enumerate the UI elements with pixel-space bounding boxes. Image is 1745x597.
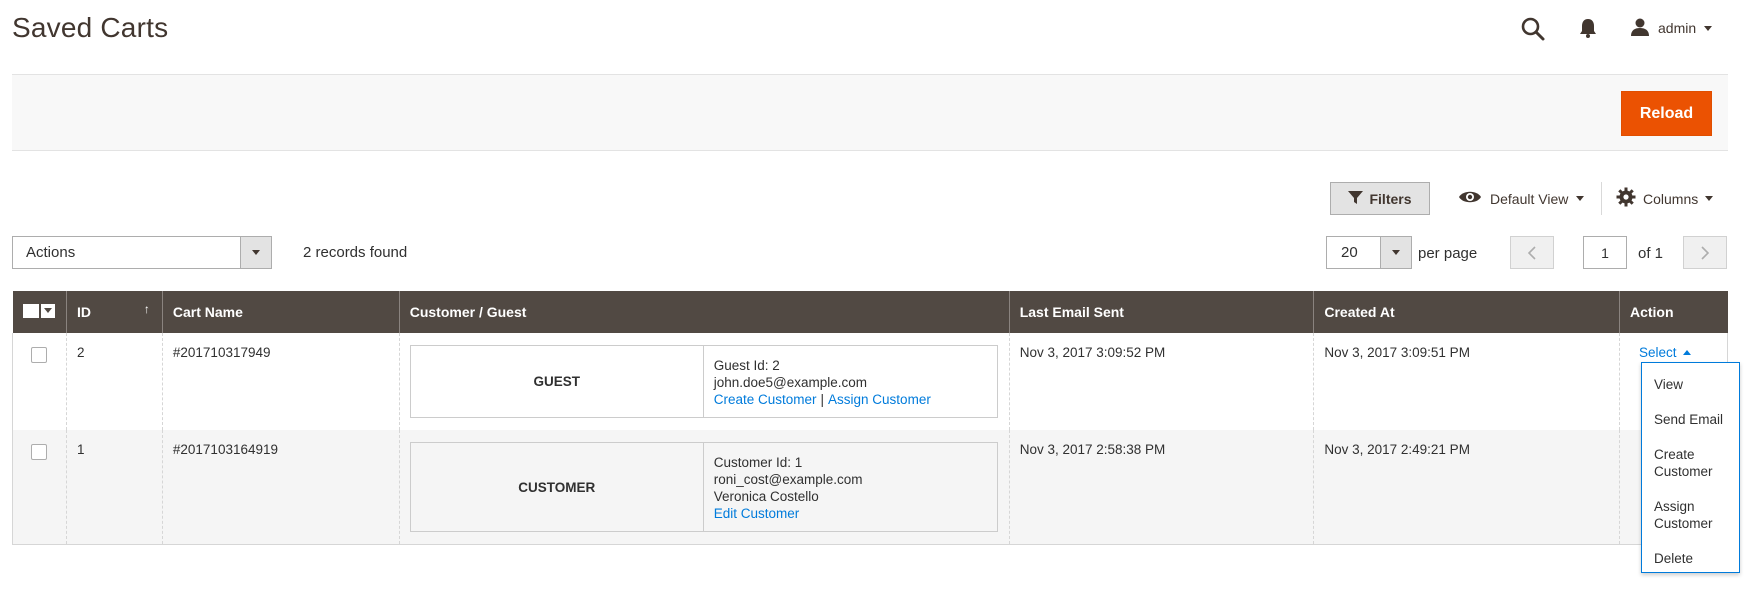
cell-last-email-sent: Nov 3, 2017 3:09:52 PM xyxy=(1008,333,1314,430)
action-select-toggle[interactable]: Select xyxy=(1639,345,1691,360)
per-page-value: 20 xyxy=(1341,244,1358,261)
column-header-created-at[interactable]: Created At xyxy=(1313,291,1620,333)
cell-last-email-sent: Nov 3, 2017 2:58:38 PM xyxy=(1008,430,1314,545)
action-dropdown-menu: View Send Email Create Customer Assign C… xyxy=(1641,362,1740,573)
action-menu-item-assign-customer[interactable]: Assign Customer xyxy=(1642,493,1739,537)
cell-customer-guest: CUSTOMER Customer Id: 1 roni_cost@exampl… xyxy=(398,430,1010,545)
chevron-down-icon xyxy=(1380,237,1411,268)
columns-control[interactable]: Columns xyxy=(1616,182,1714,215)
cell-created-at: Nov 3, 2017 3:09:51 PM xyxy=(1313,333,1620,430)
customer-id: Customer Id: 1 xyxy=(713,455,803,470)
chevron-down-icon xyxy=(1576,196,1585,201)
saved-carts-grid: ID ↑ Cart Name Customer / Guest Last Emai… xyxy=(12,291,1728,545)
column-header-id[interactable]: ID ↑ xyxy=(65,291,163,333)
view-label: Default View xyxy=(1490,190,1569,207)
page-total: of 1 xyxy=(1638,245,1664,262)
search-icon[interactable] xyxy=(1520,16,1546,42)
cell-customer-guest: GUEST Guest Id: 2 john.doe5@example.com … xyxy=(398,333,1010,430)
previous-page-button[interactable] xyxy=(1510,236,1554,269)
customer-type-label: CUSTOMER xyxy=(411,443,704,531)
action-menu-item-delete[interactable]: Delete xyxy=(1642,545,1739,572)
action-select-label: Select xyxy=(1638,345,1677,360)
guest-id: Guest Id: 2 xyxy=(713,358,780,373)
chevron-down-icon xyxy=(1705,196,1714,201)
link-separator: | xyxy=(820,392,825,407)
page-actions-bar xyxy=(12,74,1728,151)
customer-details: Customer Id: 1 roni_cost@example.com Ver… xyxy=(704,443,873,531)
cell-cart-name: #201710317949 xyxy=(161,333,400,430)
page-number-input[interactable]: 1 xyxy=(1583,236,1627,269)
row-checkbox[interactable] xyxy=(31,444,47,460)
customer-details: Guest Id: 2 john.doe5@example.com Create… xyxy=(704,346,941,417)
cell-created-at: Nov 3, 2017 2:49:21 PM xyxy=(1313,430,1620,545)
bell-icon[interactable] xyxy=(1577,17,1599,39)
mass-actions-label: Actions xyxy=(26,244,76,261)
customer-email: roni_cost@example.com xyxy=(713,472,863,487)
filters-label: Filters xyxy=(1369,190,1412,207)
filters-button[interactable]: Filters xyxy=(1330,182,1430,215)
per-page-select[interactable]: 20 xyxy=(1326,236,1412,269)
columns-label: Columns xyxy=(1643,190,1699,207)
per-page-label: per page xyxy=(1418,245,1478,262)
action-menu-item-send-email[interactable]: Send Email xyxy=(1642,406,1739,433)
customer-name: Veronica Costello xyxy=(713,489,819,504)
column-header-action: Action xyxy=(1618,291,1728,333)
chevron-right-icon xyxy=(1701,245,1710,260)
view-switcher[interactable]: Default View xyxy=(1458,182,1585,215)
column-header-last-email-sent[interactable]: Last Email Sent xyxy=(1008,291,1314,333)
assign-customer-link[interactable]: Assign Customer xyxy=(828,392,931,407)
filter-icon xyxy=(1348,190,1364,208)
chevron-down-icon xyxy=(240,237,271,268)
sort-arrow-icon: ↑ xyxy=(143,302,150,316)
customer-info-box: GUEST Guest Id: 2 john.doe5@example.com … xyxy=(409,345,998,418)
chevron-left-icon xyxy=(1527,245,1536,260)
gear-icon xyxy=(1616,187,1636,210)
guest-email: john.doe5@example.com xyxy=(713,375,868,390)
records-count: 2 records found xyxy=(303,244,408,261)
reload-button[interactable]: Reload xyxy=(1621,91,1712,136)
toolbar-divider xyxy=(1601,182,1602,215)
chevron-down-icon xyxy=(40,303,55,318)
eye-icon xyxy=(1458,189,1482,208)
create-customer-link[interactable]: Create Customer xyxy=(714,392,817,407)
next-page-button[interactable] xyxy=(1683,236,1727,269)
table-row: 2 #201710317949 GUEST Guest Id: 2 john.d… xyxy=(12,333,1728,430)
cell-id: 1 xyxy=(65,430,163,545)
column-header-customer-guest[interactable]: Customer / Guest xyxy=(398,291,1010,333)
row-select-cell xyxy=(12,333,67,430)
user-icon xyxy=(1630,17,1650,40)
mass-select-checkbox[interactable] xyxy=(22,303,55,318)
action-menu-item-create-customer[interactable]: Create Customer xyxy=(1642,441,1739,485)
mass-actions-select[interactable]: Actions xyxy=(12,236,272,269)
row-checkbox[interactable] xyxy=(31,347,47,363)
action-menu-item-view[interactable]: View xyxy=(1642,371,1739,398)
user-name: admin xyxy=(1658,20,1697,36)
customer-info-box: CUSTOMER Customer Id: 1 roni_cost@exampl… xyxy=(409,442,998,532)
page-title: Saved Carts xyxy=(12,12,169,43)
table-row: 1 #2017103164919 CUSTOMER Customer Id: 1… xyxy=(12,430,1728,545)
chevron-up-icon xyxy=(1682,350,1691,355)
row-select-cell xyxy=(12,430,67,545)
customer-type-label: GUEST xyxy=(411,346,704,417)
column-header-cart-name[interactable]: Cart Name xyxy=(161,291,400,333)
cell-cart-name: #2017103164919 xyxy=(161,430,400,545)
cell-id: 2 xyxy=(65,333,163,430)
user-menu[interactable]: admin xyxy=(1630,14,1713,42)
edit-customer-link[interactable]: Edit Customer xyxy=(714,506,800,521)
mass-select-header[interactable] xyxy=(12,291,67,333)
chevron-down-icon xyxy=(1704,25,1713,31)
